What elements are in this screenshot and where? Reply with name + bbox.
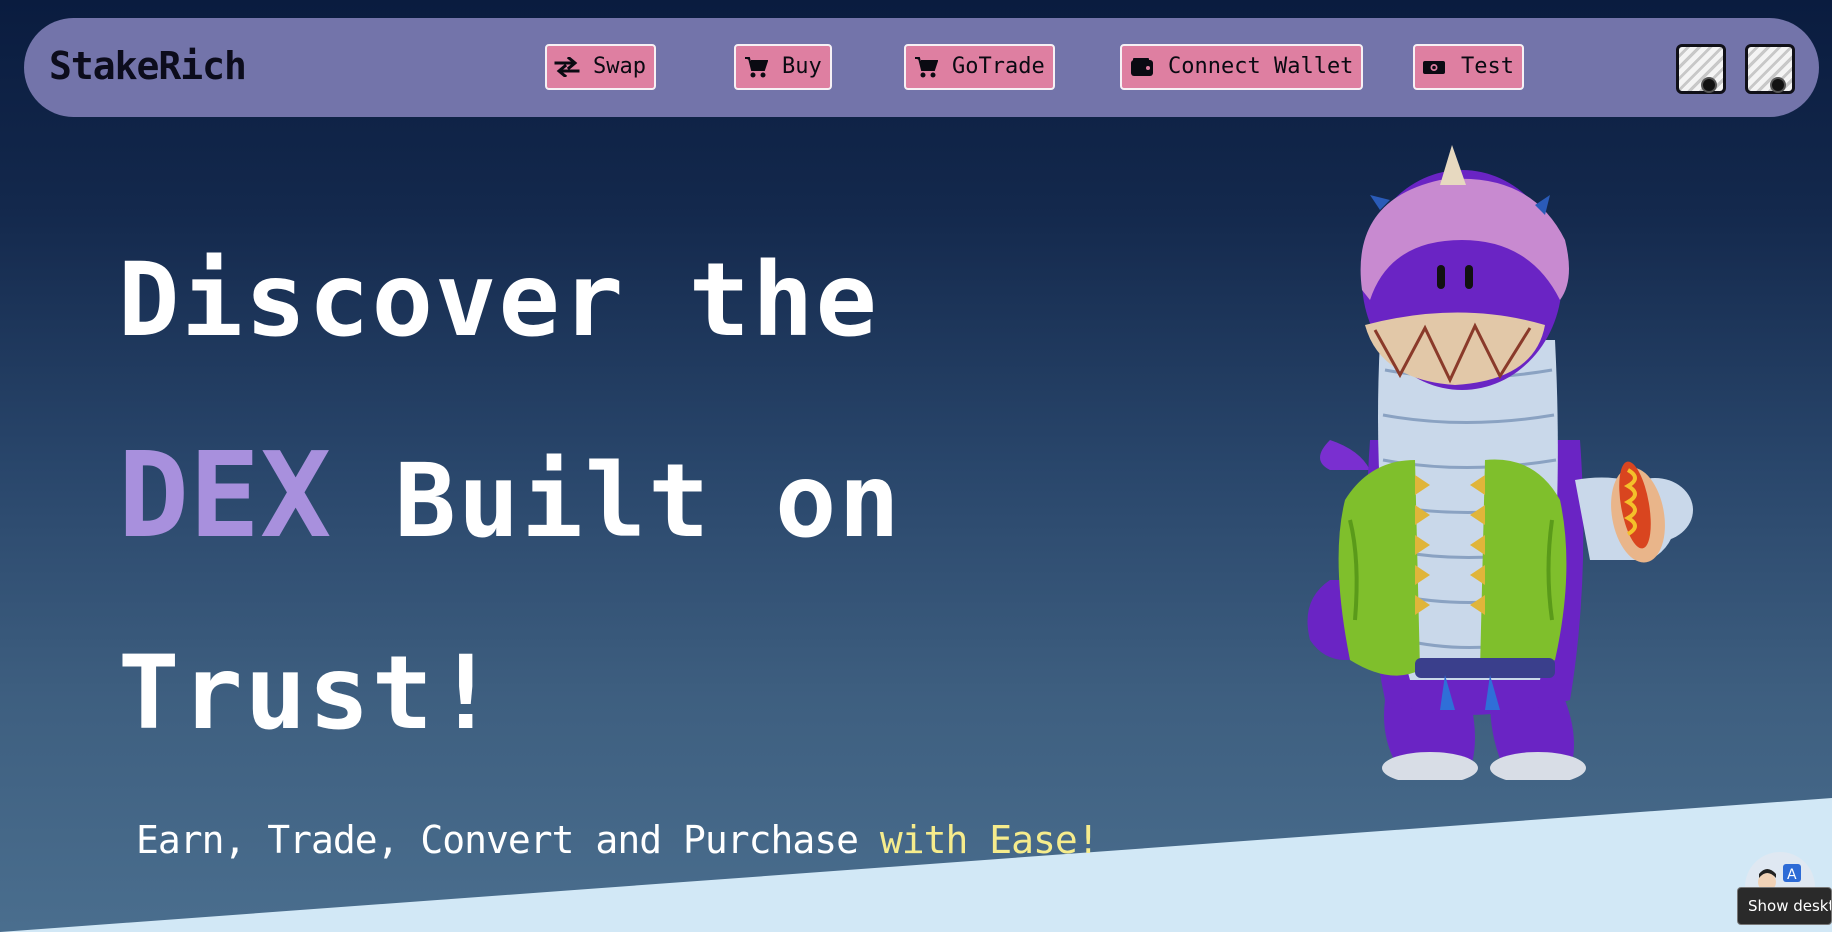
svg-text:A: A	[1787, 867, 1797, 883]
show-desktop-tooltip: Show desktop	[1737, 887, 1832, 925]
swap-arrows-icon	[553, 55, 581, 79]
toggle-button-1[interactable]	[1676, 44, 1726, 94]
hero-heading-line-1: Discover the	[118, 241, 879, 360]
cart-icon	[912, 55, 940, 79]
toggle-button-2[interactable]	[1745, 44, 1795, 94]
buy-button[interactable]: Buy	[734, 44, 832, 90]
hero-tagline: Earn, Trade, Convert and Purchase with E…	[136, 818, 1100, 862]
cart-icon	[742, 55, 770, 79]
buy-button-label: Buy	[782, 54, 822, 79]
money-icon	[1421, 55, 1449, 79]
connect-wallet-button-label: Connect Wallet	[1168, 54, 1354, 79]
hero-heading-line-2: DEX Built on	[118, 436, 902, 554]
connect-wallet-button[interactable]: Connect Wallet	[1120, 44, 1364, 90]
test-button-label: Test	[1461, 54, 1514, 79]
hero-accent-dex: DEX	[118, 426, 332, 564]
swap-button[interactable]: Swap	[545, 44, 656, 90]
navbar: StakeRich Swap Buy GoTrade Connect Walle…	[24, 18, 1819, 117]
swap-button-label: Swap	[593, 54, 646, 79]
brand-logo[interactable]: StakeRich	[49, 44, 247, 88]
hero-heading-line-3: Trust!	[118, 634, 499, 753]
toggle-icon	[1701, 77, 1717, 93]
test-button[interactable]: Test	[1413, 44, 1524, 90]
mascot-dragon-illustration	[1307, 145, 1693, 780]
gotrade-button[interactable]: GoTrade	[904, 44, 1055, 90]
tagline-highlight: with Ease!	[879, 818, 1100, 862]
toggle-icon	[1770, 77, 1786, 93]
tagline-main: Earn, Trade, Convert and Purchase	[136, 818, 880, 862]
wallet-icon	[1128, 55, 1156, 79]
hero-heading-line-2-rest: Built on	[331, 442, 902, 561]
gotrade-button-label: GoTrade	[952, 54, 1045, 79]
